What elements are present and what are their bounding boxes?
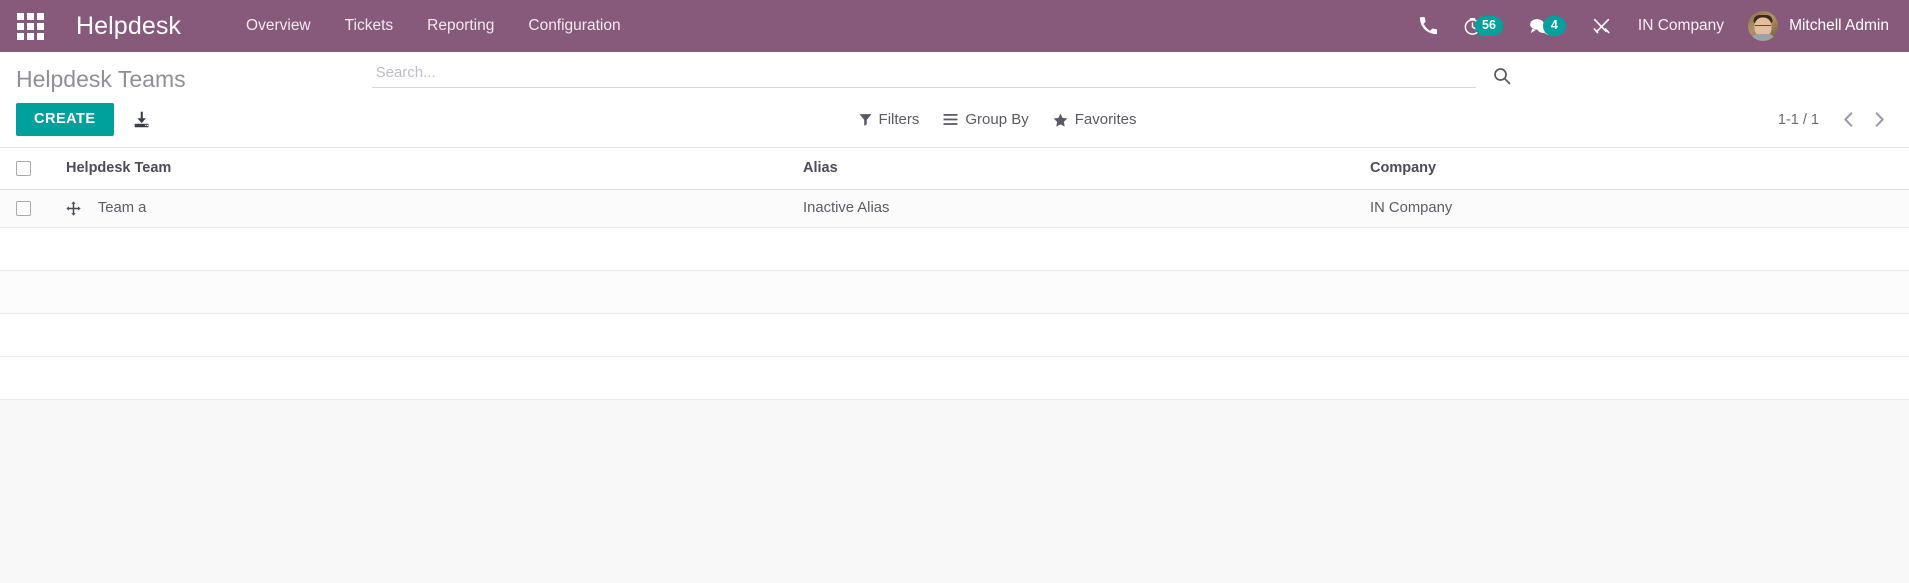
- import-upload-icon[interactable]: [132, 110, 151, 129]
- table-row[interactable]: Team a Inactive Alias IN Company: [0, 189, 1909, 228]
- timesheet-timer-icon[interactable]: 56: [1450, 0, 1516, 52]
- create-button[interactable]: CREATE: [16, 103, 114, 136]
- list-view: Helpdesk Team Alias Company Team a Inact…: [0, 148, 1909, 400]
- avatar-shirt: [1751, 34, 1776, 41]
- nav-item-overview[interactable]: Overview: [229, 0, 328, 52]
- control-panel: Helpdesk Teams CREATE: [0, 52, 1909, 148]
- cell-company[interactable]: IN Company: [1344, 189, 1909, 228]
- username-label: Mitchell Admin: [1789, 17, 1889, 34]
- apps-grid-glyph: [16, 12, 44, 40]
- favorites-dropdown[interactable]: Favorites: [1041, 108, 1149, 131]
- control-panel-bottom-row: CREATE Filters Group By Favorites 1-1 / …: [0, 94, 1909, 147]
- phone-icon[interactable]: [1406, 0, 1450, 52]
- search-area: [371, 64, 1895, 88]
- helpdesk-teams-table: Helpdesk Team Alias Company Team a Inact…: [0, 148, 1909, 400]
- filler-row: [0, 356, 1909, 400]
- nav-item-reporting[interactable]: Reporting: [410, 0, 511, 52]
- nav-item-configuration[interactable]: Configuration: [511, 0, 637, 52]
- select-all-checkbox[interactable]: [16, 160, 31, 176]
- main-menu: Overview Tickets Reporting Configuration: [229, 0, 638, 52]
- favorites-star-icon: [1053, 113, 1068, 127]
- favorites-label: Favorites: [1074, 111, 1137, 128]
- messages-icon[interactable]: 4: [1516, 0, 1579, 52]
- group-by-label: Group By: [965, 111, 1029, 128]
- control-panel-top-row: Helpdesk Teams: [0, 52, 1909, 94]
- filter-funnel-icon: [859, 113, 872, 126]
- activities-tools-icon[interactable]: [1579, 0, 1624, 52]
- select-all-header: [0, 148, 52, 190]
- column-header-helpdesk-team[interactable]: Helpdesk Team: [52, 148, 797, 190]
- navbar-systray: 56 4 IN Company Mitchell Admin: [1406, 0, 1909, 52]
- apps-grid-icon[interactable]: [8, 0, 52, 52]
- table-body: Team a Inactive Alias IN Company: [0, 189, 1909, 400]
- pager: 1-1 / 1: [1778, 109, 1895, 130]
- app-brand-title[interactable]: Helpdesk: [76, 12, 181, 41]
- search-input[interactable]: [371, 64, 1476, 82]
- top-navbar: Helpdesk Overview Tickets Reporting Conf…: [0, 0, 1909, 52]
- cell-helpdesk-team-value: Team a: [97, 200, 147, 216]
- row-checkbox[interactable]: [16, 200, 31, 216]
- chevron-right-icon[interactable]: [1864, 109, 1895, 130]
- table-header-row: Helpdesk Team Alias Company: [0, 148, 1909, 190]
- company-switcher[interactable]: IN Company: [1624, 0, 1738, 52]
- filler-row: [0, 227, 1909, 271]
- chevron-left-icon[interactable]: [1833, 109, 1864, 130]
- user-menu[interactable]: Mitchell Admin: [1738, 0, 1895, 52]
- filter-menus: Filters Group By Favorites: [847, 108, 1149, 131]
- column-header-alias[interactable]: Alias: [797, 148, 1344, 190]
- search-field-wrapper[interactable]: [371, 64, 1476, 88]
- filters-dropdown[interactable]: Filters: [847, 108, 932, 131]
- filler-cell: [0, 270, 1909, 314]
- group-by-bars-icon: [943, 113, 958, 126]
- filler-row: [0, 313, 1909, 357]
- filters-label: Filters: [878, 111, 920, 128]
- table-header: Helpdesk Team Alias Company: [0, 148, 1909, 190]
- timer-count-badge[interactable]: 56: [1475, 16, 1503, 36]
- filler-cell: [0, 356, 1909, 400]
- avatar[interactable]: [1748, 11, 1779, 41]
- cell-helpdesk-team[interactable]: Team a: [52, 189, 797, 228]
- page-title: Helpdesk Teams: [16, 66, 186, 92]
- drag-handle-icon[interactable]: [66, 200, 81, 216]
- avatar-glasses: [1755, 24, 1772, 29]
- column-header-company[interactable]: Company: [1344, 148, 1909, 190]
- pager-count: 1-1 / 1: [1777, 111, 1819, 128]
- filler-cell: [0, 227, 1909, 271]
- filler-cell: [0, 313, 1909, 357]
- filler-row: [0, 270, 1909, 314]
- messages-count-badge[interactable]: 4: [1542, 16, 1566, 36]
- cell-alias[interactable]: Inactive Alias: [797, 189, 1344, 228]
- group-by-dropdown[interactable]: Group By: [931, 108, 1040, 131]
- search-icon[interactable]: [1476, 66, 1512, 88]
- nav-item-tickets[interactable]: Tickets: [328, 0, 411, 52]
- row-select-cell: [0, 189, 52, 228]
